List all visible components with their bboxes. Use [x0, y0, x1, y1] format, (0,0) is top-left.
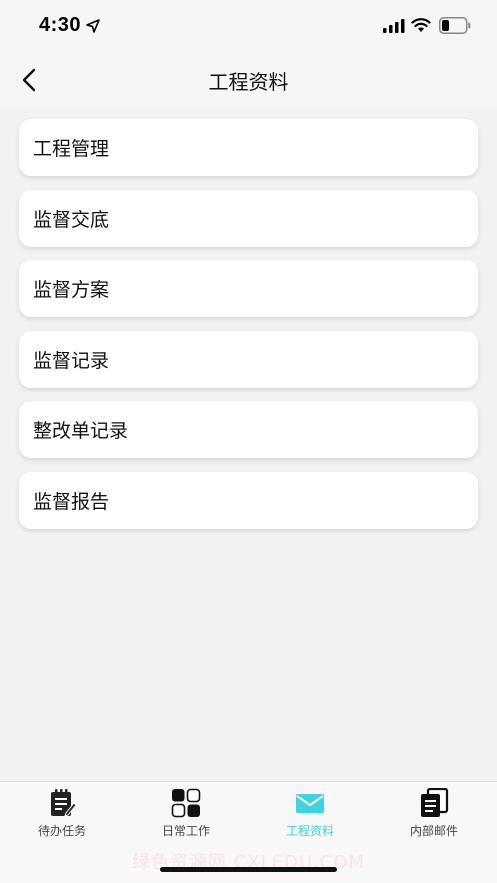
tab-todo-tasks[interactable]: 待办任务: [0, 788, 124, 844]
menu-item-label: 监督记录: [33, 349, 110, 372]
tab-label: 内部邮件: [409, 824, 458, 838]
tab-internal-mail[interactable]: 内部邮件: [372, 788, 496, 844]
menu-item-rectification-records[interactable]: 整改单记录: [19, 401, 478, 459]
tab-daily-work[interactable]: 日常工作: [124, 788, 248, 844]
menu-item-supervision-briefing[interactable]: 监督交底: [19, 189, 478, 247]
menu-item-label: 整改单记录: [33, 420, 129, 443]
menu-list: 工程管理 监督交底 监督方案 监督记录 整改单记录 监督报告: [19, 119, 478, 543]
home-indicator: [160, 867, 337, 872]
page-title: 工程资料: [208, 70, 289, 94]
menu-item-label: 监督方案: [33, 279, 110, 302]
navigation-bar: 工程资料: [0, 52, 497, 106]
status-bar: 4:30: [0, 0, 497, 52]
status-time: 4:30: [39, 14, 82, 36]
tab-label: 日常工作: [161, 824, 210, 838]
documents-icon: [421, 788, 449, 817]
menu-item-label: 监督报告: [33, 490, 110, 513]
menu-item-supervision-report[interactable]: 监督报告: [19, 471, 478, 529]
mail-icon: [296, 794, 324, 813]
menu-item-project-management[interactable]: 工程管理: [19, 119, 478, 176]
menu-item-supervision-records[interactable]: 监督记录: [19, 330, 478, 388]
cellular-signal-icon: [383, 19, 405, 33]
tab-project-documents[interactable]: 工程资料: [248, 788, 372, 844]
wifi-icon: [411, 18, 431, 32]
battery-icon: [439, 17, 471, 34]
menu-item-label: 工程管理: [33, 138, 110, 160]
location-arrow-icon: [86, 19, 100, 33]
menu-item-label: 监督交底: [33, 208, 110, 231]
tab-label: 待办任务: [37, 824, 86, 838]
todo-icon: [51, 789, 77, 817]
menu-item-supervision-plan[interactable]: 监督方案: [19, 260, 478, 318]
grid-icon: [171, 788, 201, 818]
tab-label: 工程资料: [285, 824, 334, 838]
